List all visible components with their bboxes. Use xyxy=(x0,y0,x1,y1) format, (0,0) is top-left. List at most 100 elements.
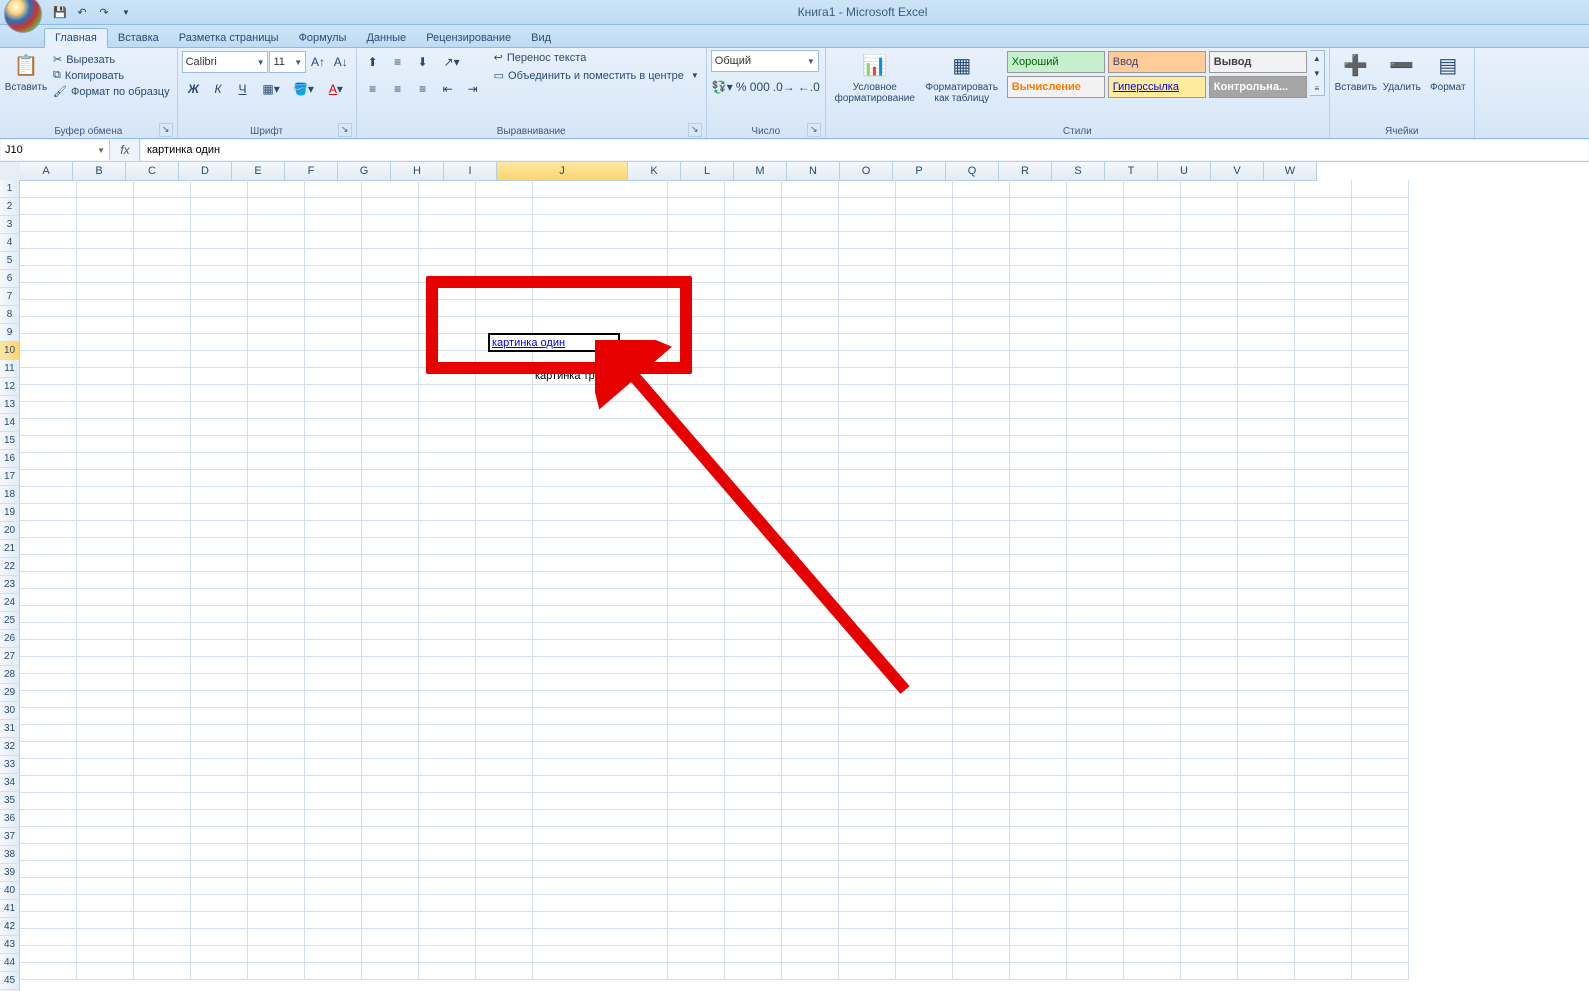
active-cell[interactable]: картинка один xyxy=(488,333,620,352)
cell-I26[interactable] xyxy=(476,605,533,623)
cell-J7[interactable] xyxy=(533,282,668,300)
cell-E12[interactable] xyxy=(248,367,305,385)
cell-O45[interactable] xyxy=(896,928,953,946)
cell-O9[interactable] xyxy=(896,316,953,334)
cell-Q31[interactable] xyxy=(1010,690,1067,708)
cell-W18[interactable] xyxy=(1352,469,1409,487)
cell-K17[interactable] xyxy=(668,452,725,470)
column-header-A[interactable]: A xyxy=(20,162,73,181)
cell-C6[interactable] xyxy=(134,265,191,283)
cell-J22[interactable] xyxy=(533,537,668,555)
cell-I39[interactable] xyxy=(476,826,533,844)
cell-W16[interactable] xyxy=(1352,435,1409,453)
cell-D9[interactable] xyxy=(191,316,248,334)
cell-D20[interactable] xyxy=(191,503,248,521)
name-box[interactable]: J10▼ xyxy=(1,140,110,160)
cell-P15[interactable] xyxy=(953,418,1010,436)
cell-K28[interactable] xyxy=(668,639,725,657)
cell-W15[interactable] xyxy=(1352,418,1409,436)
cell-D28[interactable] xyxy=(191,639,248,657)
cell-R21[interactable] xyxy=(1067,520,1124,538)
cell-K44[interactable] xyxy=(668,911,725,929)
cell-E37[interactable] xyxy=(248,792,305,810)
cell-H38[interactable] xyxy=(419,809,476,827)
cell-H46[interactable] xyxy=(419,945,476,963)
row-header-19[interactable]: 19 xyxy=(0,504,20,522)
cell-K23[interactable] xyxy=(668,554,725,572)
cell-F41[interactable] xyxy=(305,860,362,878)
cell-G8[interactable] xyxy=(362,299,419,317)
cell-D13[interactable] xyxy=(191,384,248,402)
cell-S41[interactable] xyxy=(1124,860,1181,878)
cell-E26[interactable] xyxy=(248,605,305,623)
cell-J40[interactable] xyxy=(533,843,668,861)
cell-H1[interactable] xyxy=(419,180,476,198)
cell-A15[interactable] xyxy=(20,418,77,436)
cell-V31[interactable] xyxy=(1295,690,1352,708)
cell-S10[interactable] xyxy=(1124,333,1181,351)
cell-R10[interactable] xyxy=(1067,333,1124,351)
cell-P45[interactable] xyxy=(953,928,1010,946)
cell-F39[interactable] xyxy=(305,826,362,844)
cell-O19[interactable] xyxy=(896,486,953,504)
cell-O46[interactable] xyxy=(896,945,953,963)
cell-C4[interactable] xyxy=(134,231,191,249)
cell-B14[interactable] xyxy=(77,401,134,419)
cell-L8[interactable] xyxy=(725,299,782,317)
cell-Q28[interactable] xyxy=(1010,639,1067,657)
cell-N45[interactable] xyxy=(839,928,896,946)
cell-U40[interactable] xyxy=(1238,843,1295,861)
cell-U33[interactable] xyxy=(1238,724,1295,742)
cell-I14[interactable] xyxy=(476,401,533,419)
cell-Q40[interactable] xyxy=(1010,843,1067,861)
cell-T3[interactable] xyxy=(1181,214,1238,232)
cell-G33[interactable] xyxy=(362,724,419,742)
row-header-29[interactable]: 29 xyxy=(0,684,20,702)
cell-W1[interactable] xyxy=(1352,180,1409,198)
cell-K9[interactable] xyxy=(668,316,725,334)
cell-U7[interactable] xyxy=(1238,282,1295,300)
cell-V11[interactable] xyxy=(1295,350,1352,368)
cell-I16[interactable] xyxy=(476,435,533,453)
cell-H44[interactable] xyxy=(419,911,476,929)
cell-A32[interactable] xyxy=(20,707,77,725)
cell-T46[interactable] xyxy=(1181,945,1238,963)
cell-J1[interactable] xyxy=(533,180,668,198)
column-header-K[interactable]: K xyxy=(628,162,681,181)
cell-T12[interactable] xyxy=(1181,367,1238,385)
cell-U37[interactable] xyxy=(1238,792,1295,810)
row-header-10[interactable]: 10 xyxy=(0,342,20,360)
cell-D38[interactable] xyxy=(191,809,248,827)
cell-L4[interactable] xyxy=(725,231,782,249)
cell-K11[interactable] xyxy=(668,350,725,368)
cell-L29[interactable] xyxy=(725,656,782,674)
cell-A13[interactable] xyxy=(20,384,77,402)
cell-S22[interactable] xyxy=(1124,537,1181,555)
cell-R29[interactable] xyxy=(1067,656,1124,674)
cell-O42[interactable] xyxy=(896,877,953,895)
cell-S40[interactable] xyxy=(1124,843,1181,861)
cell-B26[interactable] xyxy=(77,605,134,623)
cell-A44[interactable] xyxy=(20,911,77,929)
cell-J31[interactable] xyxy=(533,690,668,708)
cell-D3[interactable] xyxy=(191,214,248,232)
cell-N16[interactable] xyxy=(839,435,896,453)
cell-F34[interactable] xyxy=(305,741,362,759)
row-header-22[interactable]: 22 xyxy=(0,558,20,576)
cell-T14[interactable] xyxy=(1181,401,1238,419)
align-top-icon[interactable]: ⬆ xyxy=(361,50,385,74)
cell-E25[interactable] xyxy=(248,588,305,606)
cell-E27[interactable] xyxy=(248,622,305,640)
cell-J14[interactable] xyxy=(533,401,668,419)
cell-B4[interactable] xyxy=(77,231,134,249)
cell-A24[interactable] xyxy=(20,571,77,589)
cell-M4[interactable] xyxy=(782,231,839,249)
cell-L12[interactable] xyxy=(725,367,782,385)
cell-A40[interactable] xyxy=(20,843,77,861)
cell-S14[interactable] xyxy=(1124,401,1181,419)
paste-button[interactable]: 📋 Вставить xyxy=(4,50,48,93)
cell-S25[interactable] xyxy=(1124,588,1181,606)
cell-A43[interactable] xyxy=(20,894,77,912)
cell-E35[interactable] xyxy=(248,758,305,776)
cell-M46[interactable] xyxy=(782,945,839,963)
